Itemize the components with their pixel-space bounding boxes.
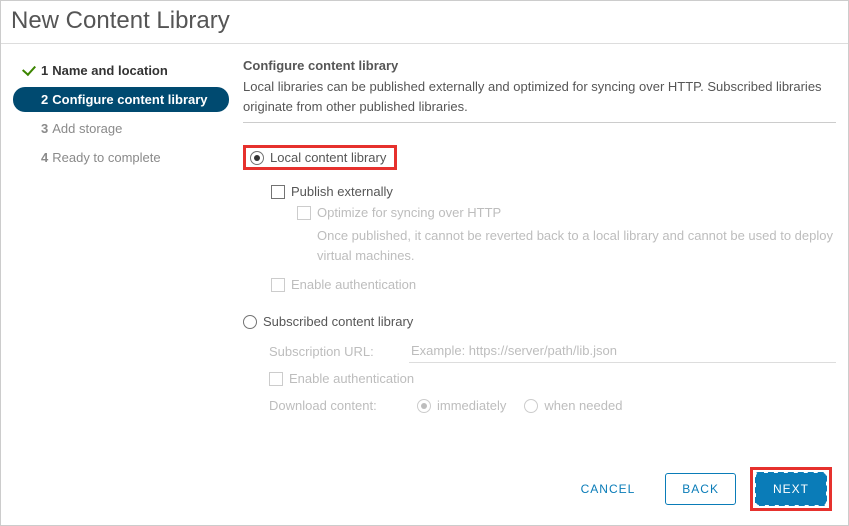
checkbox-publish-label[interactable]: Publish externally (291, 184, 393, 199)
row-optimize-http: Optimize for syncing over HTTP (297, 205, 836, 220)
row-local-auth: Enable authentication (271, 277, 836, 292)
step-label: Add storage (52, 121, 122, 136)
row-download-content: Download content: immediately when neede… (269, 398, 836, 413)
subscription-url-label: Subscription URL: (269, 344, 399, 359)
radio-subscribed-label[interactable]: Subscribed content library (263, 314, 413, 329)
row-subscribed-auth: Enable authentication (269, 371, 836, 386)
download-immediately-option: immediately (417, 398, 506, 413)
step-num: 2 (41, 92, 48, 107)
checkbox-local-auth-label: Enable authentication (291, 277, 416, 292)
highlight-local-option: Local content library (243, 145, 397, 170)
dialog-title: New Content Library (1, 1, 848, 44)
step-num: 4 (41, 150, 48, 165)
next-button[interactable]: NEXT (756, 473, 826, 505)
wizard-steps: 1 Name and location 2 Configure content … (13, 58, 229, 456)
checkbox-optimize-label: Optimize for syncing over HTTP (317, 205, 501, 220)
step-configure-library[interactable]: 2 Configure content library (13, 87, 229, 112)
step-label: Name and location (52, 63, 168, 78)
step-num: 3 (41, 121, 48, 136)
download-when-needed-label: when needed (544, 398, 622, 413)
divider (243, 122, 836, 123)
radio-subscribed-library[interactable] (243, 315, 257, 329)
radio-local-label[interactable]: Local content library (270, 150, 386, 165)
row-subscription-url: Subscription URL: (269, 339, 836, 363)
step-name-location[interactable]: 1 Name and location (13, 58, 229, 83)
back-button[interactable]: BACK (665, 473, 736, 505)
download-when-needed-option: when needed (524, 398, 622, 413)
row-publish-externally: Publish externally (271, 184, 836, 199)
footer: CANCEL BACK NEXT (1, 456, 848, 525)
step-label: Ready to complete (52, 150, 160, 165)
checkbox-subscribed-auth-label: Enable authentication (289, 371, 414, 386)
checkbox-optimize-http (297, 206, 311, 220)
subscription-url-input (409, 339, 836, 363)
download-content-label: Download content: (269, 398, 399, 413)
step-ready-complete: 4 Ready to complete (13, 145, 229, 170)
radio-download-when-needed (524, 399, 538, 413)
cancel-button[interactable]: CANCEL (565, 473, 652, 505)
step-label: Configure content library (52, 92, 207, 107)
content-pane: Configure content library Local librarie… (229, 58, 836, 456)
section-title: Configure content library (243, 58, 836, 73)
step-add-storage: 3 Add storage (13, 116, 229, 141)
row-subscribed-library: Subscribed content library (243, 314, 836, 329)
checkbox-publish-externally[interactable] (271, 185, 285, 199)
step-num: 1 (41, 63, 48, 78)
highlight-next-button: NEXT (750, 467, 832, 511)
radio-local-library[interactable] (250, 151, 264, 165)
radio-download-immediately (417, 399, 431, 413)
checkbox-local-auth (271, 278, 285, 292)
section-desc: Local libraries can be published externa… (243, 77, 836, 116)
checkbox-subscribed-auth (269, 372, 283, 386)
optimize-help-text: Once published, it cannot be reverted ba… (297, 226, 836, 265)
download-immediately-label: immediately (437, 398, 506, 413)
